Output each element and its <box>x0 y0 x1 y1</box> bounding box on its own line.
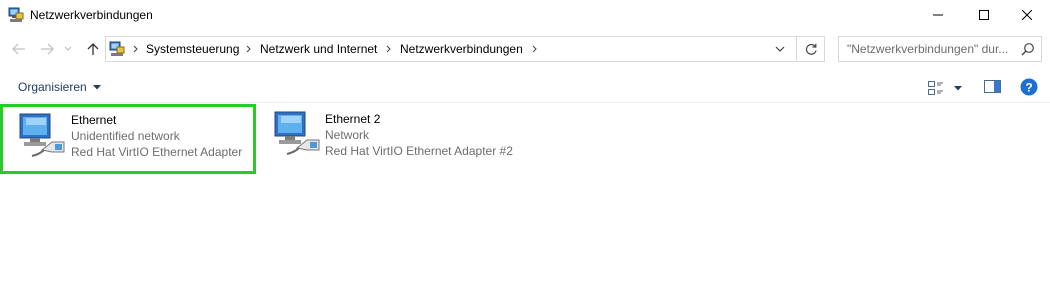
maximize-icon <box>979 10 989 20</box>
network-adapter-icon <box>18 112 68 160</box>
search-icon[interactable] <box>1021 42 1035 56</box>
breadcrumb-separator-icon[interactable] <box>244 42 252 56</box>
breadcrumb-separator-icon[interactable] <box>384 42 392 56</box>
close-icon <box>1022 10 1032 20</box>
help-icon: ? <box>1020 78 1038 96</box>
breadcrumb-separator-icon[interactable] <box>530 42 538 56</box>
connection-adapter: Red Hat VirtIO Ethernet Adapter <box>71 145 243 159</box>
organize-label: Organisieren <box>18 80 87 94</box>
chevron-down-icon <box>954 85 962 90</box>
connection-item-ethernet[interactable]: Ethernet Unidentified network Red Hat Vi… <box>0 104 256 174</box>
svg-text:?: ? <box>1025 81 1032 95</box>
command-bar: Organisieren ? <box>0 72 1050 103</box>
up-button[interactable] <box>84 40 102 58</box>
control-panel-icon <box>109 41 125 57</box>
forward-button[interactable] <box>38 40 56 58</box>
connection-name: Ethernet <box>71 113 117 127</box>
connection-adapter: Red Hat VirtIO Ethernet Adapter #2 <box>325 144 513 158</box>
close-button[interactable] <box>1004 0 1050 30</box>
help-button[interactable]: ? <box>1020 78 1038 96</box>
network-adapter-icon <box>273 110 323 158</box>
refresh-icon <box>805 43 817 55</box>
connection-status: Unidentified network <box>71 129 180 143</box>
chevron-down-icon <box>64 46 72 51</box>
chevron-down-icon <box>775 46 785 52</box>
organize-button[interactable]: Organisieren <box>18 80 101 94</box>
address-dropdown-button[interactable] <box>766 37 794 61</box>
forward-arrow-icon <box>41 43 54 55</box>
connection-name: Ethernet 2 <box>325 112 381 126</box>
address-bar[interactable]: Systemsteuerung Netzwerk und Internet Ne… <box>105 36 825 62</box>
title-bar: Netzwerkverbindungen <box>0 0 1050 30</box>
window-title: Netzwerkverbindungen <box>30 8 153 22</box>
search-box[interactable] <box>838 36 1042 62</box>
preview-pane-icon <box>984 80 1001 93</box>
preview-pane-button[interactable] <box>984 80 1002 94</box>
up-arrow-icon <box>87 43 99 55</box>
breadcrumb-separator-icon[interactable] <box>131 42 139 56</box>
recent-locations-button[interactable] <box>62 40 74 58</box>
breadcrumb-netzwerk-und-internet[interactable]: Netzwerk und Internet <box>260 42 377 56</box>
search-input[interactable] <box>839 37 1015 61</box>
connection-item-ethernet-2[interactable]: Ethernet 2 Network Red Hat VirtIO Ethern… <box>270 104 530 174</box>
refresh-button[interactable] <box>796 37 825 61</box>
breadcrumb-systemsteuerung[interactable]: Systemsteuerung <box>146 42 239 56</box>
maximize-button[interactable] <box>961 0 1007 30</box>
minimize-button[interactable] <box>915 0 961 30</box>
change-view-button[interactable] <box>928 79 968 97</box>
back-arrow-icon <box>12 43 25 55</box>
connection-status: Network <box>325 128 370 142</box>
back-button[interactable] <box>10 40 28 58</box>
navigation-bar: Systemsteuerung Netzwerk und Internet Ne… <box>0 30 1050 68</box>
network-connections-icon <box>8 7 24 23</box>
breadcrumb-netzwerkverbindungen[interactable]: Netzwerkverbindungen <box>400 42 523 56</box>
minimize-icon <box>933 14 943 16</box>
view-options-icon <box>928 81 943 95</box>
chevron-down-icon <box>92 84 101 89</box>
